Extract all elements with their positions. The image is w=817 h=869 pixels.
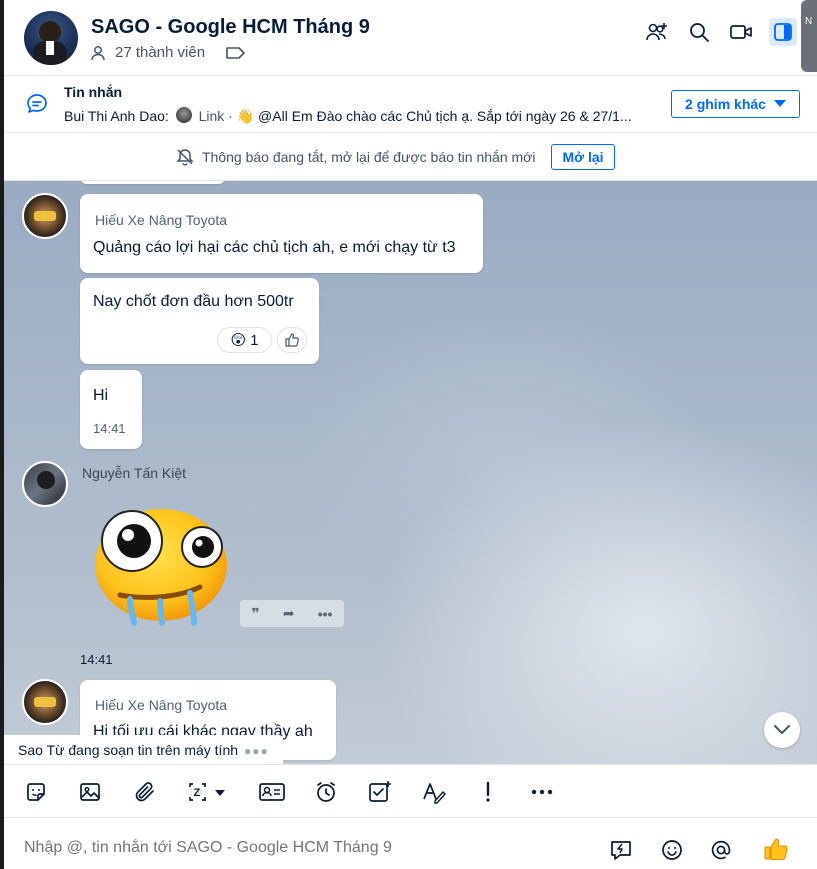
more-icon[interactable]: ••• (318, 606, 333, 622)
group-title[interactable]: SAGO - Google HCM Tháng 9 (91, 16, 370, 39)
forward-icon[interactable]: ➦ (283, 605, 295, 622)
task-checklist-icon[interactable] (366, 778, 394, 806)
attachment-icon[interactable] (131, 778, 159, 806)
avatar[interactable] (22, 679, 68, 725)
composer (4, 819, 817, 869)
pinned-title: Tin nhắn (64, 84, 123, 100)
sender-name[interactable]: Nguyễn Tấn Kiệt (82, 465, 186, 481)
member-icon (91, 45, 105, 60)
add-member-icon[interactable] (643, 18, 671, 46)
video-call-icon[interactable] (727, 18, 755, 46)
typing-indicator: Sao Từ đang soạn tin trên máy tính ●●● (4, 735, 283, 764)
like-reaction-button[interactable] (277, 327, 307, 353)
message-text: Hi (93, 387, 109, 404)
reaction-count: 1 (250, 331, 259, 349)
caret-down-icon (773, 100, 786, 107)
waving-hand-icon: 👋 (236, 108, 255, 124)
more-pins-button[interactable]: 2 ghim khác (671, 90, 800, 118)
notification-text: Thông báo đang tắt, mở lại để được báo t… (202, 149, 536, 165)
message-input[interactable] (24, 839, 584, 857)
chat-area[interactable]: Hiếu Xe Nâng Toyota Quảng cáo lợi hại cá… (4, 181, 817, 764)
urgent-icon[interactable] (474, 778, 502, 806)
message-text: Nay chốt đơn đầu hơn 500tr (93, 293, 294, 310)
screenshot-icon[interactable]: Z (186, 778, 232, 806)
message-text: Quảng cáo lợi hại các chủ tịch ah, e mới… (93, 239, 456, 256)
tag-icon[interactable] (225, 45, 247, 61)
message-bubble[interactable]: Hi 14:41 (80, 370, 142, 449)
pinned-message-bar[interactable]: Tin nhắn Bui Thi Anh Dao: Link · 👋 @All … (4, 77, 817, 133)
crying-sticker-icon[interactable] (90, 503, 232, 643)
notification-bar: Thông báo đang tắt, mở lại để được báo t… (4, 134, 817, 181)
thumbs-up-outline-icon (285, 333, 299, 347)
message-time: 14:41 (93, 421, 126, 436)
typing-dots-icon: ●●● (244, 744, 269, 758)
link-avatar-icon (175, 107, 192, 123)
previous-message-bubble (80, 181, 225, 184)
surprised-emoji-icon: 😲 (230, 332, 247, 349)
quick-message-icon[interactable] (607, 836, 635, 864)
sender-name[interactable]: Hiếu Xe Nâng Toyota (95, 697, 227, 713)
chat-bubble-icon (25, 92, 49, 121)
image-icon[interactable] (76, 778, 104, 806)
typing-text: Sao Từ đang soạn tin trên máy tính (18, 742, 239, 758)
message-time: 14:41 (80, 652, 113, 667)
emoji-icon[interactable] (658, 836, 686, 864)
bell-muted-icon (176, 149, 194, 166)
member-count: 27 thành viên (115, 44, 206, 61)
left-border (0, 0, 4, 869)
message-bubble[interactable]: Hiếu Xe Nâng Toyota Quảng cáo lợi hại cá… (80, 194, 483, 273)
sender-name[interactable]: Hiếu Xe Nâng Toyota (95, 212, 227, 228)
more-pins-label: 2 ghim khác (685, 96, 766, 112)
message-actions: ❞ ➦ ••• (240, 600, 344, 627)
sidebar-toggle-icon[interactable] (769, 18, 797, 46)
more-options-icon[interactable] (528, 778, 556, 806)
group-avatar[interactable] (24, 11, 78, 65)
quote-icon[interactable]: ❞ (252, 605, 260, 622)
avatar[interactable] (22, 461, 68, 507)
member-count-row[interactable]: 27 thành viên (91, 44, 247, 61)
edge-panel-label: N (805, 16, 813, 27)
reaction-badge[interactable]: 😲 1 (217, 327, 272, 353)
chat-header: SAGO - Google HCM Tháng 9 27 thành viên … (0, 0, 817, 76)
pinned-link-text: Link · (198, 108, 233, 124)
pinned-text: @All Em Đào chào các Chủ tịch ạ. Sắp tới… (258, 108, 632, 124)
sticker-icon[interactable] (22, 778, 50, 806)
avatar[interactable] (22, 193, 68, 239)
search-icon[interactable] (685, 18, 713, 46)
reminder-clock-icon[interactable] (312, 778, 340, 806)
edge-panel-tab[interactable]: N (801, 0, 817, 72)
chevron-down-icon (774, 725, 790, 734)
contact-card-icon[interactable] (256, 778, 288, 806)
thumbs-up-icon[interactable] (760, 833, 792, 865)
pinned-preview: Bui Thi Anh Dao: Link · 👋 @All Em Đào ch… (64, 107, 632, 125)
scroll-to-bottom-button[interactable] (764, 712, 800, 748)
text-format-icon[interactable] (420, 778, 448, 806)
composer-toolbar: Z (4, 764, 817, 818)
svg-text:Z: Z (194, 787, 201, 799)
mention-icon[interactable] (707, 836, 735, 864)
pinned-sender: Bui Thi Anh Dao: (64, 108, 169, 124)
reopen-notifications-button[interactable]: Mở lại (551, 144, 615, 170)
